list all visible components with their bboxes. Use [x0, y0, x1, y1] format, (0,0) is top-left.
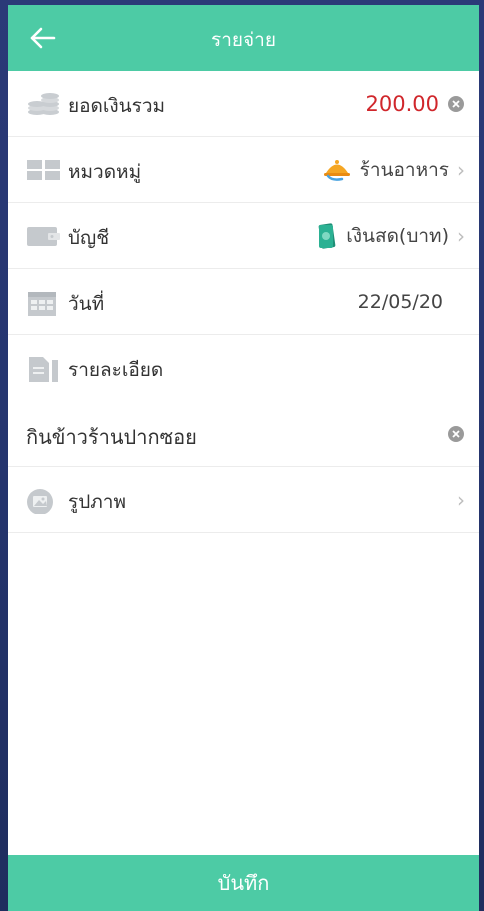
account-value: เงินสด(บาท) [346, 225, 449, 247]
account-label: บัญชี [68, 227, 110, 249]
chevron-right-icon: › [457, 488, 465, 512]
wallet-icon [27, 227, 60, 246]
chevron-right-icon: › [457, 224, 465, 248]
photo-row[interactable]: รูปภาพ › [8, 467, 479, 533]
date-value: 22/05/20 [357, 291, 443, 313]
expense-screen: รายจ่าย ยอดเงินรวม 200.00 หมวดหมู่ ร้านอ… [8, 5, 479, 911]
account-row[interactable]: บัญชี เงินสด(บาท) › [8, 203, 479, 269]
grid-icon [27, 160, 60, 180]
save-button[interactable]: บันทึก [8, 855, 479, 911]
account-value-group: เงินสด(บาท) › [316, 221, 465, 251]
note-row[interactable]: กินข้าวร้านปากซอย [8, 401, 479, 467]
cash-icon [318, 223, 336, 249]
document-icon [29, 357, 58, 382]
date-label: วันที่ [68, 293, 105, 315]
note-clear-group [447, 419, 465, 449]
total-amount-label: ยอดเงินรวม [68, 95, 166, 117]
note-input[interactable]: กินข้าวร้านปากซอย [26, 421, 197, 453]
date-value-group: 22/05/20 [358, 287, 443, 317]
detail-row: รายละเอียด [8, 335, 479, 401]
app-header: รายจ่าย [8, 5, 479, 71]
photo-chevron-group: › [457, 485, 465, 515]
total-amount-value-group: 200.00 [366, 89, 465, 119]
total-amount-row[interactable]: ยอดเงินรวม 200.00 [8, 71, 479, 137]
category-value-group: ร้านอาหาร › [322, 155, 465, 185]
image-icon [27, 489, 53, 514]
clear-amount-icon[interactable] [447, 95, 465, 113]
clear-note-icon[interactable] [447, 425, 465, 443]
page-title: รายจ่าย [211, 29, 276, 51]
detail-label: รายละเอียด [68, 359, 164, 381]
coins-icon [28, 93, 59, 115]
date-row[interactable]: วันที่ 22/05/20 [8, 269, 479, 335]
chevron-right-icon: › [457, 158, 465, 182]
calendar-icon [28, 292, 56, 316]
food-cloche-icon [323, 160, 350, 181]
photo-label: รูปภาพ [68, 491, 126, 513]
category-row[interactable]: หมวดหมู่ ร้านอาหาร › [8, 137, 479, 203]
category-value: ร้านอาหาร [359, 159, 449, 181]
category-label: หมวดหมู่ [68, 161, 142, 183]
total-amount-value[interactable]: 200.00 [366, 92, 439, 116]
